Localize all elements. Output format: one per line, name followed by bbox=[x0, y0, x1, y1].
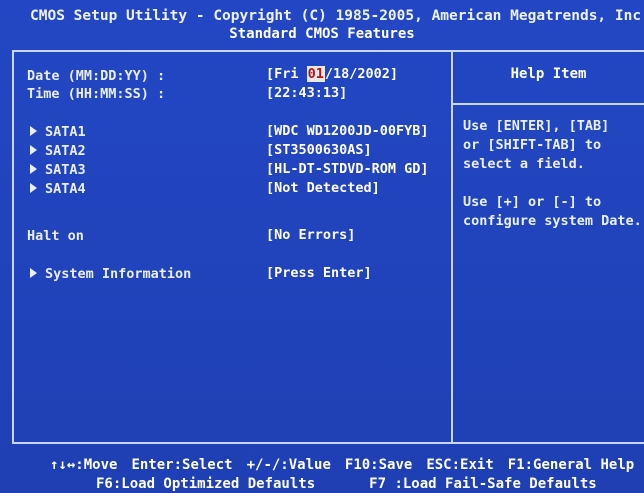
sata4-label: SATA4 bbox=[45, 181, 86, 197]
date-value-open: [Fri bbox=[266, 66, 307, 82]
submenu-arrow-icon bbox=[30, 164, 37, 174]
help-header-divider bbox=[453, 103, 644, 105]
select-key-hint: Enter:Select bbox=[131, 457, 233, 473]
submenu-arrow-icon bbox=[30, 183, 37, 193]
sata1-value: [WDC WD1200JD-00FYB] bbox=[266, 123, 429, 139]
optimized-defaults-hint: F6:Load Optimized Defaults bbox=[96, 476, 316, 492]
sata4-item[interactable]: SATA4 bbox=[30, 181, 86, 197]
date-label: Date (MM:DD:YY) : bbox=[27, 68, 166, 84]
help-text: Use [ENTER], [TAB] or [SHIFT-TAB] to sel… bbox=[463, 118, 642, 229]
submenu-arrow-icon bbox=[30, 126, 37, 136]
main-frame bbox=[12, 50, 644, 444]
sata3-value: [HL-DT-STDVD-ROM GD] bbox=[266, 161, 429, 177]
date-field[interactable]: [Fri 01/18/2002] bbox=[266, 66, 398, 82]
halt-on-label: Halt on bbox=[27, 228, 84, 244]
system-information-label: System Information bbox=[45, 266, 192, 282]
date-month-selected[interactable]: 01 bbox=[306, 66, 325, 82]
exit-key-hint: ESC:Exit bbox=[426, 457, 494, 473]
help-title: Help Item bbox=[510, 66, 587, 82]
utility-title: CMOS Setup Utility - Copyright (C) 1985-… bbox=[30, 8, 644, 24]
date-value-close: /18/2002] bbox=[324, 66, 399, 82]
bios-screen: CMOS Setup Utility - Copyright (C) 1985-… bbox=[0, 0, 644, 493]
move-key-hint: ↑↓↔:Move bbox=[50, 457, 118, 473]
system-information-value[interactable]: [Press Enter] bbox=[266, 265, 372, 281]
sata2-value: [ST3500630AS] bbox=[266, 142, 372, 158]
submenu-arrow-icon bbox=[30, 145, 37, 155]
sata2-item[interactable]: SATA2 bbox=[30, 143, 86, 159]
time-label: Time (HH:MM:SS) : bbox=[27, 86, 166, 102]
halt-on-value[interactable]: [No Errors] bbox=[266, 227, 355, 243]
value-key-hint: +/-/:Value bbox=[246, 457, 331, 473]
system-information-item[interactable]: System Information bbox=[30, 266, 191, 282]
footer-keys-row1: ↑↓↔:Move Enter:Select +/-/:Value F10:Save ES… bbox=[50, 457, 634, 473]
sata4-value: [Not Detected] bbox=[266, 180, 380, 196]
header: CMOS Setup Utility - Copyright (C) 1985-… bbox=[0, 0, 644, 44]
submenu-arrow-icon bbox=[30, 268, 37, 278]
general-help-key-hint: F1:General Help bbox=[507, 457, 635, 473]
page-title: Standard CMOS Features bbox=[229, 26, 415, 42]
sata3-item[interactable]: SATA3 bbox=[30, 162, 86, 178]
sata1-item[interactable]: SATA1 bbox=[30, 124, 86, 140]
time-field[interactable]: [22:43:13] bbox=[266, 85, 347, 101]
sata2-label: SATA2 bbox=[45, 143, 86, 159]
footer-keys-row2: F6:Load Optimized Defaults F7 :Load Fail-… bbox=[96, 476, 597, 492]
sata1-label: SATA1 bbox=[45, 124, 86, 140]
save-key-hint: F10:Save bbox=[344, 457, 413, 473]
sata3-label: SATA3 bbox=[45, 162, 86, 178]
failsafe-defaults-hint: F7 :Load Fail-Safe Defaults bbox=[369, 476, 597, 492]
panel-divider bbox=[451, 50, 453, 444]
